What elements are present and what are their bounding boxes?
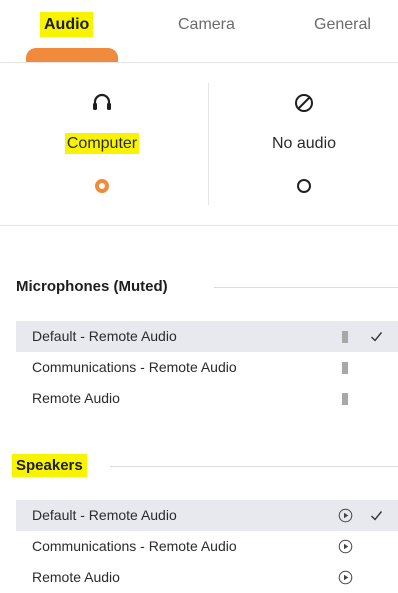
no-audio-label: No audio bbox=[271, 135, 337, 152]
mic-level-indicator bbox=[342, 331, 348, 343]
tab-audio[interactable]: Audio bbox=[40, 11, 94, 39]
mic-level-indicator bbox=[342, 362, 348, 374]
microphone-item-label: Remote Audio bbox=[32, 390, 120, 406]
computer-audio-radio[interactable] bbox=[95, 179, 109, 193]
microphone-item-communications[interactable]: Communications - Remote Audio bbox=[16, 352, 398, 383]
speaker-item-remote[interactable]: Remote Audio bbox=[16, 562, 398, 593]
speaker-item-communications[interactable]: Communications - Remote Audio bbox=[16, 531, 398, 562]
options-divider bbox=[208, 83, 209, 205]
tab-camera[interactable]: Camera bbox=[178, 11, 235, 39]
audio-source-options: Computer No audio bbox=[0, 63, 398, 225]
microphone-item-default[interactable]: Default - Remote Audio bbox=[16, 321, 398, 352]
active-tab-indicator bbox=[26, 48, 118, 62]
speakers-heading: Speakers bbox=[12, 454, 87, 477]
speaker-item-default[interactable]: Default - Remote Audio bbox=[16, 500, 398, 531]
microphone-item-remote[interactable]: Remote Audio bbox=[16, 383, 398, 414]
computer-audio-option[interactable]: Computer bbox=[2, 63, 202, 225]
tab-bar: Audio Camera General bbox=[0, 0, 398, 62]
microphone-item-label: Default - Remote Audio bbox=[32, 328, 177, 344]
microphones-heading: Microphones (Muted) bbox=[16, 278, 168, 295]
microphone-list: Default - Remote Audio Communications - … bbox=[16, 321, 398, 414]
no-audio-radio[interactable] bbox=[297, 179, 311, 193]
play-test-icon[interactable] bbox=[338, 508, 353, 523]
play-test-icon[interactable] bbox=[338, 539, 353, 554]
speaker-item-label: Default - Remote Audio bbox=[32, 507, 177, 523]
computer-audio-label: Computer bbox=[64, 133, 140, 154]
no-audio-icon bbox=[295, 94, 313, 112]
check-icon bbox=[371, 511, 383, 521]
speaker-list: Default - Remote Audio Communications - … bbox=[16, 500, 398, 593]
speaker-item-label: Remote Audio bbox=[32, 569, 120, 585]
no-audio-option[interactable]: No audio bbox=[210, 63, 398, 225]
play-test-icon[interactable] bbox=[338, 570, 353, 585]
microphone-item-label: Communications - Remote Audio bbox=[32, 359, 237, 375]
speakers-heading-rule bbox=[110, 466, 398, 467]
tab-general[interactable]: General bbox=[314, 11, 371, 39]
microphones-heading-rule bbox=[214, 287, 398, 288]
check-icon bbox=[371, 332, 383, 342]
tab-audio-label: Audio bbox=[40, 12, 94, 37]
speaker-item-label: Communications - Remote Audio bbox=[32, 538, 237, 554]
mic-level-indicator bbox=[342, 393, 348, 405]
options-bottom-divider bbox=[0, 225, 398, 226]
headset-icon bbox=[93, 93, 111, 110]
